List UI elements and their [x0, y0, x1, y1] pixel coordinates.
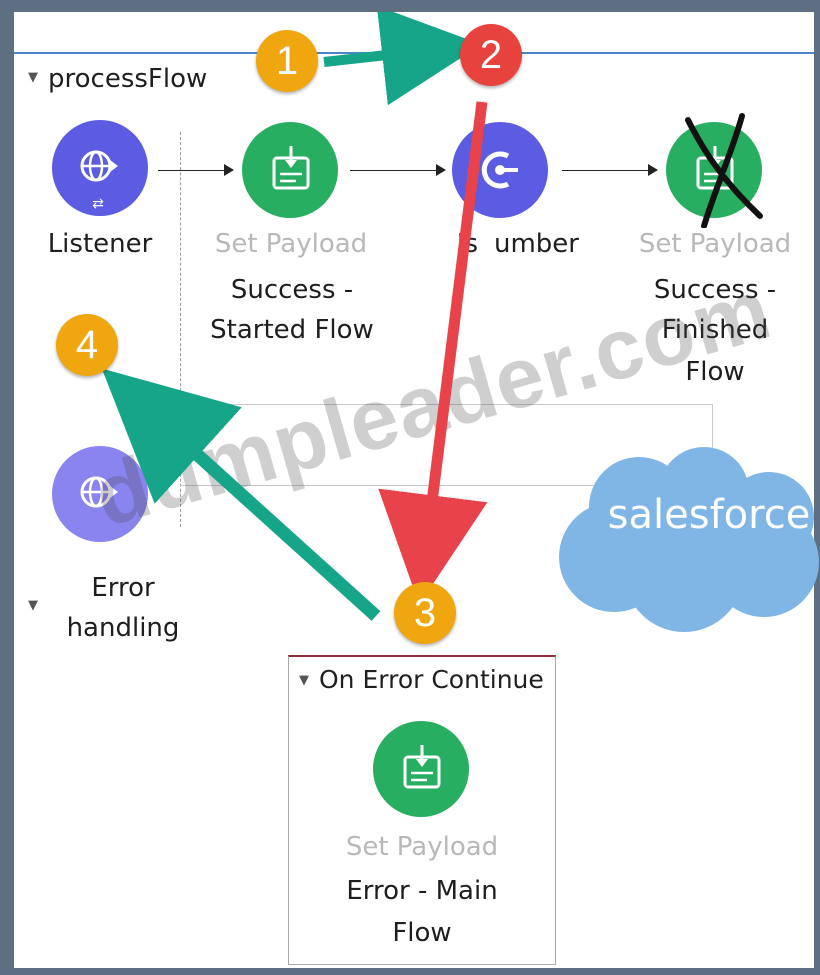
step-badge-2: 2 — [460, 24, 522, 86]
annotation-arrows — [101, 12, 488, 621]
step-badge-3: 3 — [394, 582, 456, 644]
arrow-2-to-3 — [378, 101, 488, 605]
arrow-3-to-4 — [101, 368, 381, 621]
step-badge-1: 1 — [256, 30, 318, 92]
step-badge-4: 4 — [56, 314, 118, 376]
arrow-1-to-2 — [323, 12, 482, 106]
flow-canvas: ▼ processFlow ⇄ Listener Set Payload Suc… — [14, 12, 819, 968]
